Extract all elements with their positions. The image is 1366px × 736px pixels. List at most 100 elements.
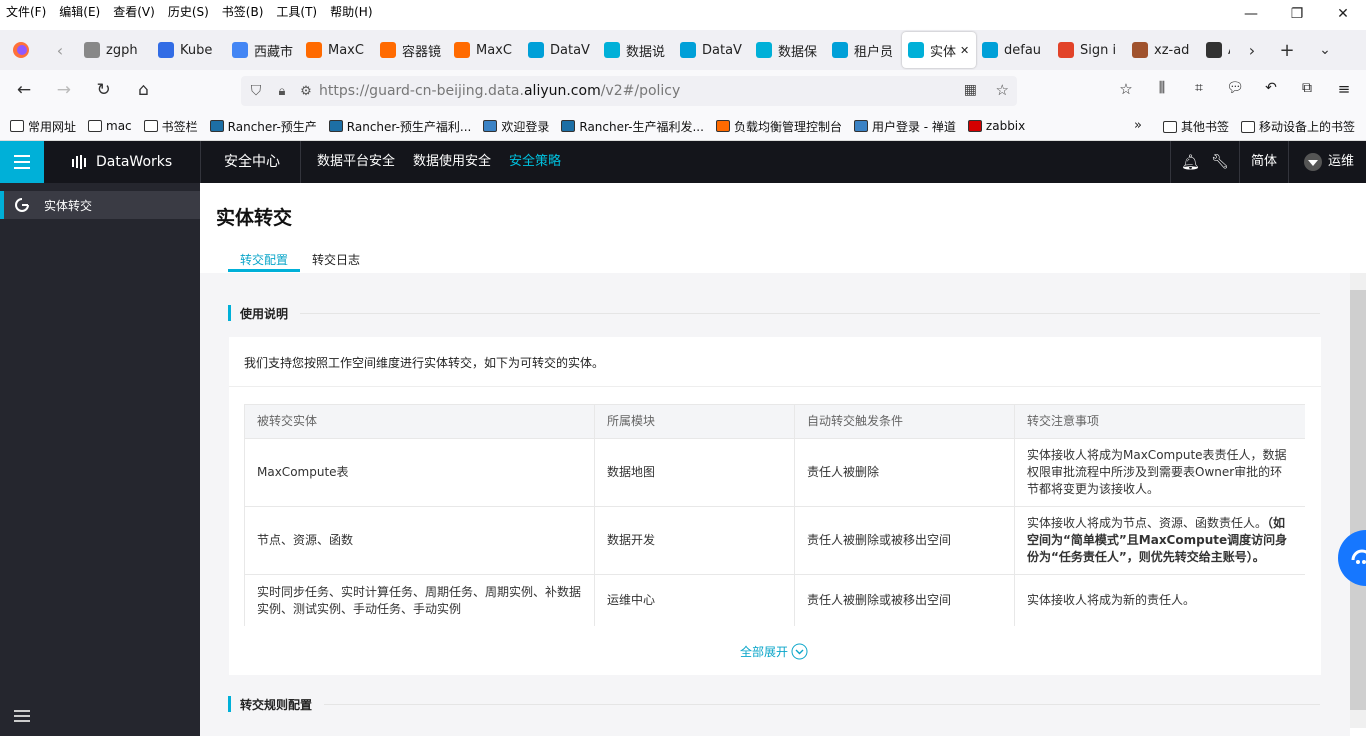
bookmark-item[interactable]: 用户登录 - 禅道	[853, 118, 956, 135]
tab-transfer-log[interactable]: 转交日志	[312, 251, 360, 268]
browser-tab[interactable]: Kube	[152, 30, 226, 70]
forward-icon[interactable]: →	[46, 80, 82, 100]
home-icon[interactable]: ⌂	[125, 80, 161, 100]
bookmark-item[interactable]: Rancher-生产福利发...	[561, 118, 704, 135]
browser-tab[interactable]: zgph	[78, 30, 152, 70]
expand-all-button[interactable]: 全部展开	[740, 643, 808, 660]
menu-bookmarks[interactable]: 书签(B)	[222, 3, 264, 20]
menu-history[interactable]: 历史(S)	[168, 3, 209, 20]
bookmark-item[interactable]: Rancher-预生产	[209, 118, 317, 135]
more-bookmarks-icon[interactable]: »	[1134, 118, 1142, 133]
chat-icon[interactable]: 💬︎	[1216, 80, 1254, 98]
app-menu-icon[interactable]: ≡	[1326, 80, 1362, 98]
screenshot-icon[interactable]: ⌗	[1182, 80, 1216, 98]
menu-bar: 文件(F) 编辑(E) 查看(V) 历史(S) 书签(B) 工具(T) 帮助(H…	[0, 0, 1366, 22]
browser-tab[interactable]: A	[1200, 30, 1236, 70]
section-rule-config-title: 转交规则配置	[240, 698, 313, 712]
main-content: 实体转交 转交配置 转交日志 使用说明 我们支持您按照工作空间维度进行实体转交，…	[200, 183, 1366, 736]
menu-tools[interactable]: 工具(T)	[276, 3, 317, 20]
table-header-trigger: 自动转交触发条件	[795, 405, 1015, 439]
bookmark-item[interactable]: mac	[88, 119, 132, 133]
browser-tab[interactable]: 数据说	[598, 30, 674, 70]
section-title[interactable]: 安全中心	[224, 141, 280, 183]
user-menu[interactable]: 运维	[1304, 141, 1354, 183]
browser-tab[interactable]: MaxC	[300, 30, 374, 70]
reading-list-icon[interactable]: ☆	[1110, 80, 1142, 98]
browser-tab[interactable]: 实体 ✕	[902, 32, 976, 68]
bookmark-item[interactable]: 欢迎登录	[483, 118, 549, 135]
close-window-button[interactable]: ✕	[1320, 0, 1366, 28]
scroll-tabs-left-icon[interactable]: ‹	[42, 41, 78, 60]
url-suffix: /v2#/policy	[600, 83, 681, 99]
menu-file[interactable]: 文件(F)	[6, 3, 46, 20]
bookmark-star-icon[interactable]: ☆	[996, 81, 1009, 99]
menu-edit[interactable]: 编辑(E)	[59, 3, 100, 20]
rancher-icon	[209, 120, 224, 132]
bookmark-item[interactable]: 书签栏	[143, 118, 198, 135]
bookmark-label: 欢迎登录	[501, 119, 550, 134]
nav-data-platform-security[interactable]: 数据平台安全	[317, 141, 395, 183]
tab-label: Sign i	[1080, 42, 1117, 58]
nav-data-usage-security[interactable]: 数据使用安全	[413, 141, 491, 183]
permissions-icon[interactable]: ⚙︎	[293, 84, 319, 99]
scroll-tabs-right-icon[interactable]: ›	[1236, 41, 1268, 60]
sidebar-item-entity-transfer[interactable]: 实体转交	[0, 191, 200, 219]
close-tab-icon[interactable]: ✕	[960, 44, 969, 57]
bookmark-label: 用户登录 - 禅道	[871, 119, 956, 134]
browser-tab[interactable]: DataV	[522, 30, 598, 70]
hamburger-menu-icon[interactable]	[0, 141, 44, 183]
library-icon[interactable]: ⫼	[1142, 80, 1182, 98]
tab-label: 数据保	[778, 44, 818, 60]
user-name: 运维	[1328, 154, 1355, 169]
language-switch[interactable]: 简体	[1251, 141, 1277, 183]
scrollbar-thumb[interactable]	[1350, 290, 1366, 710]
browser-tab[interactable]: 数据保	[750, 30, 826, 70]
restore-button[interactable]: ❐	[1274, 0, 1320, 28]
undo-icon[interactable]: ↶	[1254, 80, 1288, 98]
usage-description: 我们支持您按照工作空间维度进行实体转交，如下为可转交的实体。	[244, 356, 605, 370]
new-tab-button[interactable]: +	[1268, 40, 1306, 61]
table-cell: 责任人被删除	[795, 439, 1015, 507]
lock-icon[interactable]: 🔒︎	[271, 84, 293, 99]
tab-label: MaxC	[328, 42, 364, 58]
wrench-icon[interactable]: 🔧︎	[1211, 141, 1229, 183]
menu-view[interactable]: 查看(V)	[113, 3, 155, 20]
browser-tab[interactable]: 租户员	[826, 30, 902, 70]
bookmark-item[interactable]: 常用网址	[10, 118, 76, 135]
tab-label: Kube	[180, 42, 213, 58]
menu-help[interactable]: 帮助(H)	[330, 3, 372, 20]
rancher-icon	[561, 120, 576, 132]
reload-icon[interactable]: ↻	[86, 80, 122, 100]
back-icon[interactable]: ←	[6, 80, 42, 100]
bookmark-item[interactable]: zabbix	[967, 119, 1025, 133]
active-indicator	[0, 191, 4, 219]
extensions-icon[interactable]: ⧉	[1288, 80, 1326, 98]
bookmark-item[interactable]: 其他书签	[1163, 118, 1229, 135]
browser-tab[interactable]: DataV	[674, 30, 750, 70]
nav-security-policy[interactable]: 安全策略	[509, 141, 561, 183]
tab-label: 实体	[930, 44, 957, 60]
collapse-sidebar-icon[interactable]	[14, 707, 30, 725]
bell-icon[interactable]: 🔔︎	[1181, 141, 1200, 183]
tab-transfer-config[interactable]: 转交配置	[240, 251, 288, 268]
browser-tab[interactable]: Sign i	[1052, 30, 1126, 70]
folder-icon	[88, 120, 103, 132]
browser-tab[interactable]: xz-ad	[1126, 30, 1200, 70]
firefox-icon[interactable]	[0, 30, 42, 70]
qr-code-icon[interactable]: ▦	[964, 82, 977, 98]
bookmark-item[interactable]: Rancher-预生产福利...	[328, 118, 471, 135]
bookmark-label: mac	[106, 119, 132, 133]
url-bar[interactable]: ⛉ 🔒︎ ⚙︎ https://guard-cn-beijing.data. al…	[241, 76, 1017, 106]
table-cell: 运维中心	[595, 575, 795, 626]
browser-tab[interactable]: defau	[976, 30, 1052, 70]
browser-tab[interactable]: 西藏市	[226, 30, 300, 70]
bookmark-item[interactable]: 负载均衡管理控制台	[715, 118, 842, 135]
browser-tab[interactable]: MaxC	[448, 30, 522, 70]
browser-tab[interactable]: 容器镜	[374, 30, 448, 70]
brand[interactable]: DataWorks	[72, 141, 172, 183]
bookmark-label: Rancher-预生产	[227, 119, 317, 134]
bookmark-item[interactable]: 移动设备上的书签	[1241, 118, 1355, 135]
minimize-button[interactable]: —	[1228, 0, 1274, 28]
shield-icon[interactable]: ⛉	[241, 83, 271, 99]
list-tabs-icon[interactable]: ⌄	[1306, 42, 1344, 58]
